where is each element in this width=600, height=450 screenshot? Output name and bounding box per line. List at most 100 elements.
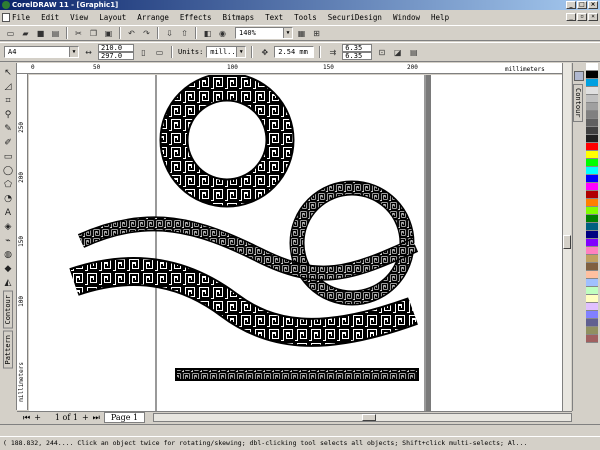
drawing-canvas[interactable] [29,75,562,411]
ellipse-tool-icon[interactable]: ◯ [2,165,14,177]
nudge-field[interactable]: 2.54 mm [274,46,315,58]
rectangle-tool-icon[interactable]: ▭ [2,151,14,163]
color-swatch[interactable] [586,159,598,167]
color-swatch[interactable] [586,271,598,279]
app-launcher-icon[interactable]: ◧ [201,27,214,40]
units-combo[interactable]: mill... ▼ [206,46,247,58]
color-swatch[interactable] [586,135,598,143]
page-width-field[interactable]: 210.0 [98,44,134,52]
chevron-down-icon[interactable]: ▼ [236,47,246,57]
color-swatch[interactable] [586,223,598,231]
menu-view[interactable]: View [70,13,88,22]
save-icon[interactable]: ■ [34,27,47,40]
color-swatch[interactable] [586,191,598,199]
color-swatch[interactable] [586,103,598,111]
redo-icon[interactable]: ↷ [140,27,153,40]
contour-docker-label[interactable]: Contour [573,84,583,122]
pattern-docker-tab[interactable]: Pattern [3,330,13,369]
option-icon[interactable]: ▤ [407,46,420,59]
vertical-scrollbar[interactable] [562,63,571,411]
menu-securidesign[interactable]: SecuriDesign [328,13,382,22]
color-swatch[interactable] [586,71,598,79]
text-tool-icon[interactable]: A [2,207,14,219]
first-page-icon[interactable]: ⏮ [23,413,30,423]
vertical-ruler[interactable]: 250 200 150 100 millimeters [17,74,28,410]
menu-effects[interactable]: Effects [180,13,212,22]
color-swatch[interactable] [586,279,598,287]
contour-docker-icon[interactable] [574,71,584,81]
copy-icon[interactable]: ❐ [87,27,100,40]
minimize-button[interactable]: _ [566,1,576,9]
interactive-fill-icon[interactable]: ◭ [2,277,14,289]
cut-icon[interactable]: ✂ [72,27,85,40]
color-swatch[interactable] [586,143,598,151]
add-page-before-icon[interactable]: + [34,413,41,422]
print-icon[interactable]: ▤ [49,27,62,40]
menu-window[interactable]: Window [393,13,420,22]
smart-fill-icon[interactable]: ✐ [2,137,14,149]
zoom-tool-icon[interactable]: ⚲ [2,109,14,121]
color-swatch[interactable] [586,167,598,175]
vertical-scroll-thumb[interactable] [563,235,571,249]
menu-layout[interactable]: Layout [99,13,126,22]
color-swatch[interactable] [586,199,598,207]
color-swatch[interactable] [586,231,598,239]
full-screen-preview-icon[interactable]: ▦ [295,27,308,40]
doc-minimize-button[interactable]: _ [566,13,576,21]
color-swatch[interactable] [586,63,598,71]
polygon-tool-icon[interactable]: ⬠ [2,179,14,191]
color-swatch[interactable] [586,239,598,247]
color-swatch[interactable] [586,151,598,159]
color-swatch[interactable] [586,311,598,319]
add-page-after-icon[interactable]: + [82,413,89,422]
shape-tool-icon[interactable]: ◿ [2,81,14,93]
horizontal-ruler[interactable]: 0 50 100 150 200 millimeters [17,63,564,74]
color-swatch[interactable] [586,79,598,87]
menu-arrange[interactable]: Arrange [137,13,169,22]
color-swatch[interactable] [586,327,598,335]
color-swatch[interactable] [586,175,598,183]
landscape-icon[interactable]: ▭ [153,46,166,59]
contour-docker-tab[interactable]: Contour [3,291,13,329]
color-swatch[interactable] [586,247,598,255]
interactive-blend-icon[interactable]: ◈ [2,221,14,233]
page-height-field[interactable]: 297.0 [98,52,134,60]
paste-icon[interactable]: ▣ [102,27,115,40]
page-size-combo[interactable]: A4 ▼ [4,46,79,58]
color-swatch[interactable] [586,263,598,271]
last-page-icon[interactable]: ⏭ [93,413,100,423]
color-swatch[interactable] [586,255,598,263]
color-swatch[interactable] [586,183,598,191]
color-swatch[interactable] [586,127,598,135]
color-swatch[interactable] [586,119,598,127]
portrait-icon[interactable]: ▯ [137,46,150,59]
zoom-combo[interactable]: 140% ▼ [235,27,293,39]
horizontal-scrollbar[interactable] [153,413,572,422]
open-icon[interactable]: ▰ [19,27,32,40]
duplicate-x-field[interactable]: 6.35 [342,44,373,52]
pick-tool-icon[interactable]: ↖ [2,67,14,79]
new-icon[interactable]: ▭ [4,27,17,40]
duplicate-y-field[interactable]: 6.35 [342,52,373,60]
document-icon[interactable] [2,13,10,22]
crop-tool-icon[interactable]: ⌗ [2,95,14,107]
outline-tool-icon[interactable]: ◍ [2,249,14,261]
corel-online-icon[interactable]: ◉ [216,27,229,40]
color-swatch[interactable] [586,95,598,103]
horizontal-scroll-thumb[interactable] [362,414,377,421]
menu-file[interactable]: File [12,13,30,22]
chevron-down-icon[interactable]: ▼ [283,28,292,38]
units-mm-icon[interactable]: ⊡ [375,46,388,59]
fill-tool-icon[interactable]: ◆ [2,263,14,275]
page-tab[interactable]: Page 1 [103,412,146,423]
menu-bitmaps[interactable]: Bitmaps [223,13,255,22]
color-swatch[interactable] [586,295,598,303]
menu-text[interactable]: Text [265,13,283,22]
snap-icon[interactable]: ⊞ [310,27,323,40]
export-icon[interactable]: ⇧ [178,27,191,40]
color-swatch[interactable] [586,303,598,311]
menu-help[interactable]: Help [431,13,449,22]
drawing-artwork[interactable] [29,75,562,411]
color-swatch[interactable] [586,87,598,95]
doc-restore-button[interactable]: ▫ [577,13,587,21]
